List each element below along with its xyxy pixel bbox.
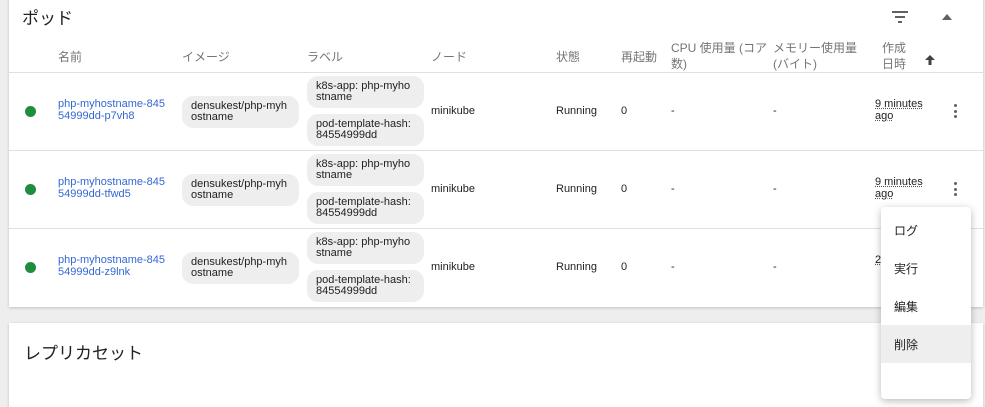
more-vert-icon[interactable] <box>947 180 963 198</box>
pods-title: ポッド <box>22 9 73 28</box>
replicasets-card: レプリカセット <box>9 323 983 407</box>
row-context-menu: ログ 実行 編集 削除 <box>881 207 971 399</box>
restarts-cell: 0 <box>621 105 628 117</box>
replicasets-title: レプリカセット <box>24 344 143 363</box>
pod-name-link[interactable]: php-myhostname-84554999dd-p7vh8 <box>58 98 168 122</box>
status-cell: Running <box>556 183 597 195</box>
col-image: イメージ <box>182 50 230 64</box>
status-cell: Running <box>556 261 597 273</box>
status-cell: Running <box>556 105 597 117</box>
sort-arrow-up-icon <box>925 52 935 70</box>
pod-name-link[interactable]: php-myhostname-84554999dd-z9lnk <box>58 254 168 278</box>
created-cell: 9 minutes ago <box>875 98 923 122</box>
cpu-cell: - <box>671 183 675 195</box>
label-chip: k8s-app: php-myhostname <box>307 154 424 186</box>
table-row: php-myhostname-84554999dd-tfwd5 densukes… <box>9 150 983 227</box>
menu-item-exec[interactable]: 実行 <box>881 249 971 287</box>
pod-name-link[interactable]: php-myhostname-84554999dd-tfwd5 <box>58 176 168 200</box>
col-cpu: CPU 使用量 (コア数) <box>671 41 768 71</box>
menu-item-logs[interactable]: ログ <box>881 211 971 249</box>
collapse-arrow-up-icon[interactable] <box>936 6 958 28</box>
col-labels: ラベル <box>307 50 344 64</box>
label-chip: pod-template-hash: 84554999dd <box>307 192 424 224</box>
restarts-cell: 0 <box>621 183 628 195</box>
table-row: php-myhostname-84554999dd-p7vh8 densukes… <box>9 72 983 149</box>
image-chip: densukest/php-myhostname <box>182 96 299 128</box>
running-status-icon <box>25 262 36 273</box>
memory-cell: - <box>773 105 777 117</box>
running-status-icon <box>25 106 36 117</box>
cpu-cell: - <box>671 105 675 117</box>
memory-cell: - <box>773 183 777 195</box>
filter-icon[interactable] <box>889 6 911 28</box>
col-node: ノード <box>431 50 468 64</box>
cpu-cell: - <box>671 261 675 273</box>
image-chip: densukest/php-myhostname <box>182 252 299 284</box>
memory-cell: - <box>773 261 777 273</box>
running-status-icon <box>25 184 36 195</box>
col-created[interactable]: 作成日時 <box>879 40 909 72</box>
menu-item-delete[interactable]: 削除 <box>881 325 971 363</box>
table-row: php-myhostname-84554999dd-z9lnk densukes… <box>9 228 983 305</box>
col-status[interactable]: 状態 <box>556 49 580 65</box>
label-chip: k8s-app: php-myhostname <box>307 232 424 264</box>
node-cell: minikube <box>431 183 476 195</box>
label-chip: pod-template-hash: 84554999dd <box>307 270 424 302</box>
node-cell: minikube <box>431 105 476 117</box>
more-vert-icon[interactable] <box>947 102 963 120</box>
col-memory: メモリー使用量 (バイト) <box>773 41 858 71</box>
image-chip: densukest/php-myhostname <box>182 174 299 206</box>
menu-item-edit[interactable]: 編集 <box>881 287 971 325</box>
col-restarts: 再起動 <box>621 50 658 64</box>
label-chip: k8s-app: php-myhostname <box>307 76 424 108</box>
restarts-cell: 0 <box>621 261 628 273</box>
created-cell: 9 minutes ago <box>875 176 923 200</box>
node-cell: minikube <box>431 261 476 273</box>
pods-card: ポッド 名前 イメージ ラベル ノード 状態 再起動 CPU 使用量 (コア数)… <box>9 0 983 307</box>
col-name[interactable]: 名前 <box>58 49 82 65</box>
label-chip: pod-template-hash: 84554999dd <box>307 114 424 146</box>
